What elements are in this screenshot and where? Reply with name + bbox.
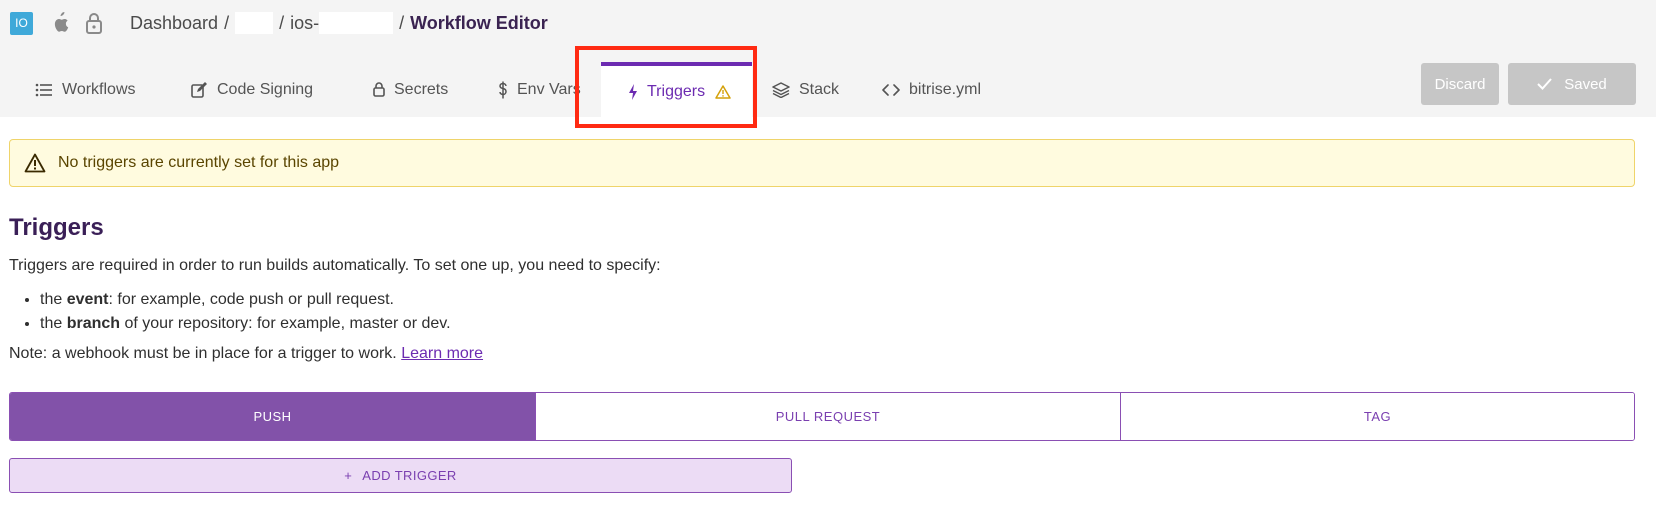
- add-trigger-button[interactable]: + ADD TRIGGER: [9, 458, 792, 493]
- requirements-list: the event: for example, code push or pul…: [40, 288, 451, 336]
- tab-bitrise-yml[interactable]: bitrise.yml: [881, 62, 1011, 117]
- edit-icon: [189, 81, 209, 99]
- list-item-bold: branch: [66, 315, 121, 332]
- page-title: Workflow Editor: [410, 12, 548, 33]
- tab-label: Triggers: [647, 82, 706, 100]
- list-item: the event: for example, code push or pul…: [40, 288, 451, 312]
- list-item-bold: event: [66, 291, 109, 308]
- note-text: Note: a webhook must be in place for a t…: [9, 345, 397, 362]
- tab-label: Workflows: [62, 80, 136, 98]
- top-bar: IO Dashboard / / ios- / Workflow Editor …: [0, 0, 1656, 117]
- discard-button[interactable]: Discard: [1421, 63, 1499, 105]
- pull-request-tab[interactable]: PULL REQUEST: [536, 393, 1121, 440]
- check-icon: [1537, 78, 1552, 90]
- tag-tab[interactable]: TAG: [1121, 393, 1634, 440]
- tab-label: Env Vars: [517, 80, 581, 98]
- learn-more-link[interactable]: Learn more: [401, 345, 483, 362]
- intro-text: Triggers are required in order to run bu…: [9, 257, 661, 274]
- breadcrumb-separator: /: [279, 12, 285, 33]
- redacted-org-name: [235, 12, 274, 34]
- layers-icon: [771, 81, 791, 99]
- breadcrumb-separator: /: [399, 12, 405, 33]
- breadcrumb: IO Dashboard / / ios- / Workflow Editor: [10, 8, 548, 38]
- saved-button[interactable]: Saved: [1508, 63, 1636, 105]
- tab-secrets[interactable]: Secrets: [372, 62, 477, 117]
- tab-env-vars[interactable]: Env Vars: [497, 62, 601, 117]
- add-trigger-label: ADD TRIGGER: [362, 468, 457, 483]
- tab-label: Code Signing: [217, 80, 314, 98]
- push-tab[interactable]: PUSH: [10, 393, 536, 440]
- list-item-text: the: [40, 291, 67, 308]
- breadcrumb-separator: /: [224, 12, 230, 33]
- redacted-project-name: [319, 12, 394, 34]
- saved-label: Saved: [1564, 75, 1607, 93]
- tab-label: bitrise.yml: [909, 80, 982, 98]
- list-item-text: : for example, code push or pull request…: [108, 291, 394, 308]
- warning-icon: [24, 153, 46, 173]
- tab-triggers[interactable]: Triggers: [601, 62, 752, 117]
- section-title: Triggers: [9, 214, 104, 241]
- webhook-note: Note: a webhook must be in place for a t…: [9, 345, 483, 363]
- lock-icon: [372, 81, 386, 99]
- list-item-text: of your repository: for example, master …: [120, 315, 451, 332]
- list-item: the branch of your repository: for examp…: [40, 312, 451, 336]
- tab-workflows[interactable]: Workflows: [34, 62, 164, 117]
- breadcrumb-dashboard-link[interactable]: Dashboard: [130, 13, 218, 34]
- warning-icon: [713, 83, 733, 101]
- editor-tabs: Workflows Code Signing Secrets Env Vars …: [0, 62, 1011, 117]
- plus-icon: +: [344, 468, 353, 483]
- alert-text: No triggers are currently set for this a…: [58, 154, 340, 171]
- no-triggers-alert: No triggers are currently set for this a…: [9, 139, 1635, 187]
- app-badge[interactable]: IO: [10, 11, 33, 35]
- list-icon: [34, 81, 54, 99]
- breadcrumb-project-link[interactable]: ios-: [290, 13, 319, 34]
- lightning-icon: [627, 83, 639, 101]
- lock-icon: [84, 11, 104, 35]
- tab-label: Stack: [799, 80, 840, 98]
- list-item-text: the: [40, 315, 67, 332]
- dollar-icon: [497, 81, 509, 99]
- tab-label: Secrets: [394, 80, 449, 98]
- trigger-type-selector: PUSH PULL REQUEST TAG: [9, 392, 1635, 441]
- tab-code-signing[interactable]: Code Signing: [189, 62, 342, 117]
- code-icon: [881, 81, 901, 99]
- apple-icon: [50, 11, 70, 35]
- tab-stack[interactable]: Stack: [771, 62, 881, 117]
